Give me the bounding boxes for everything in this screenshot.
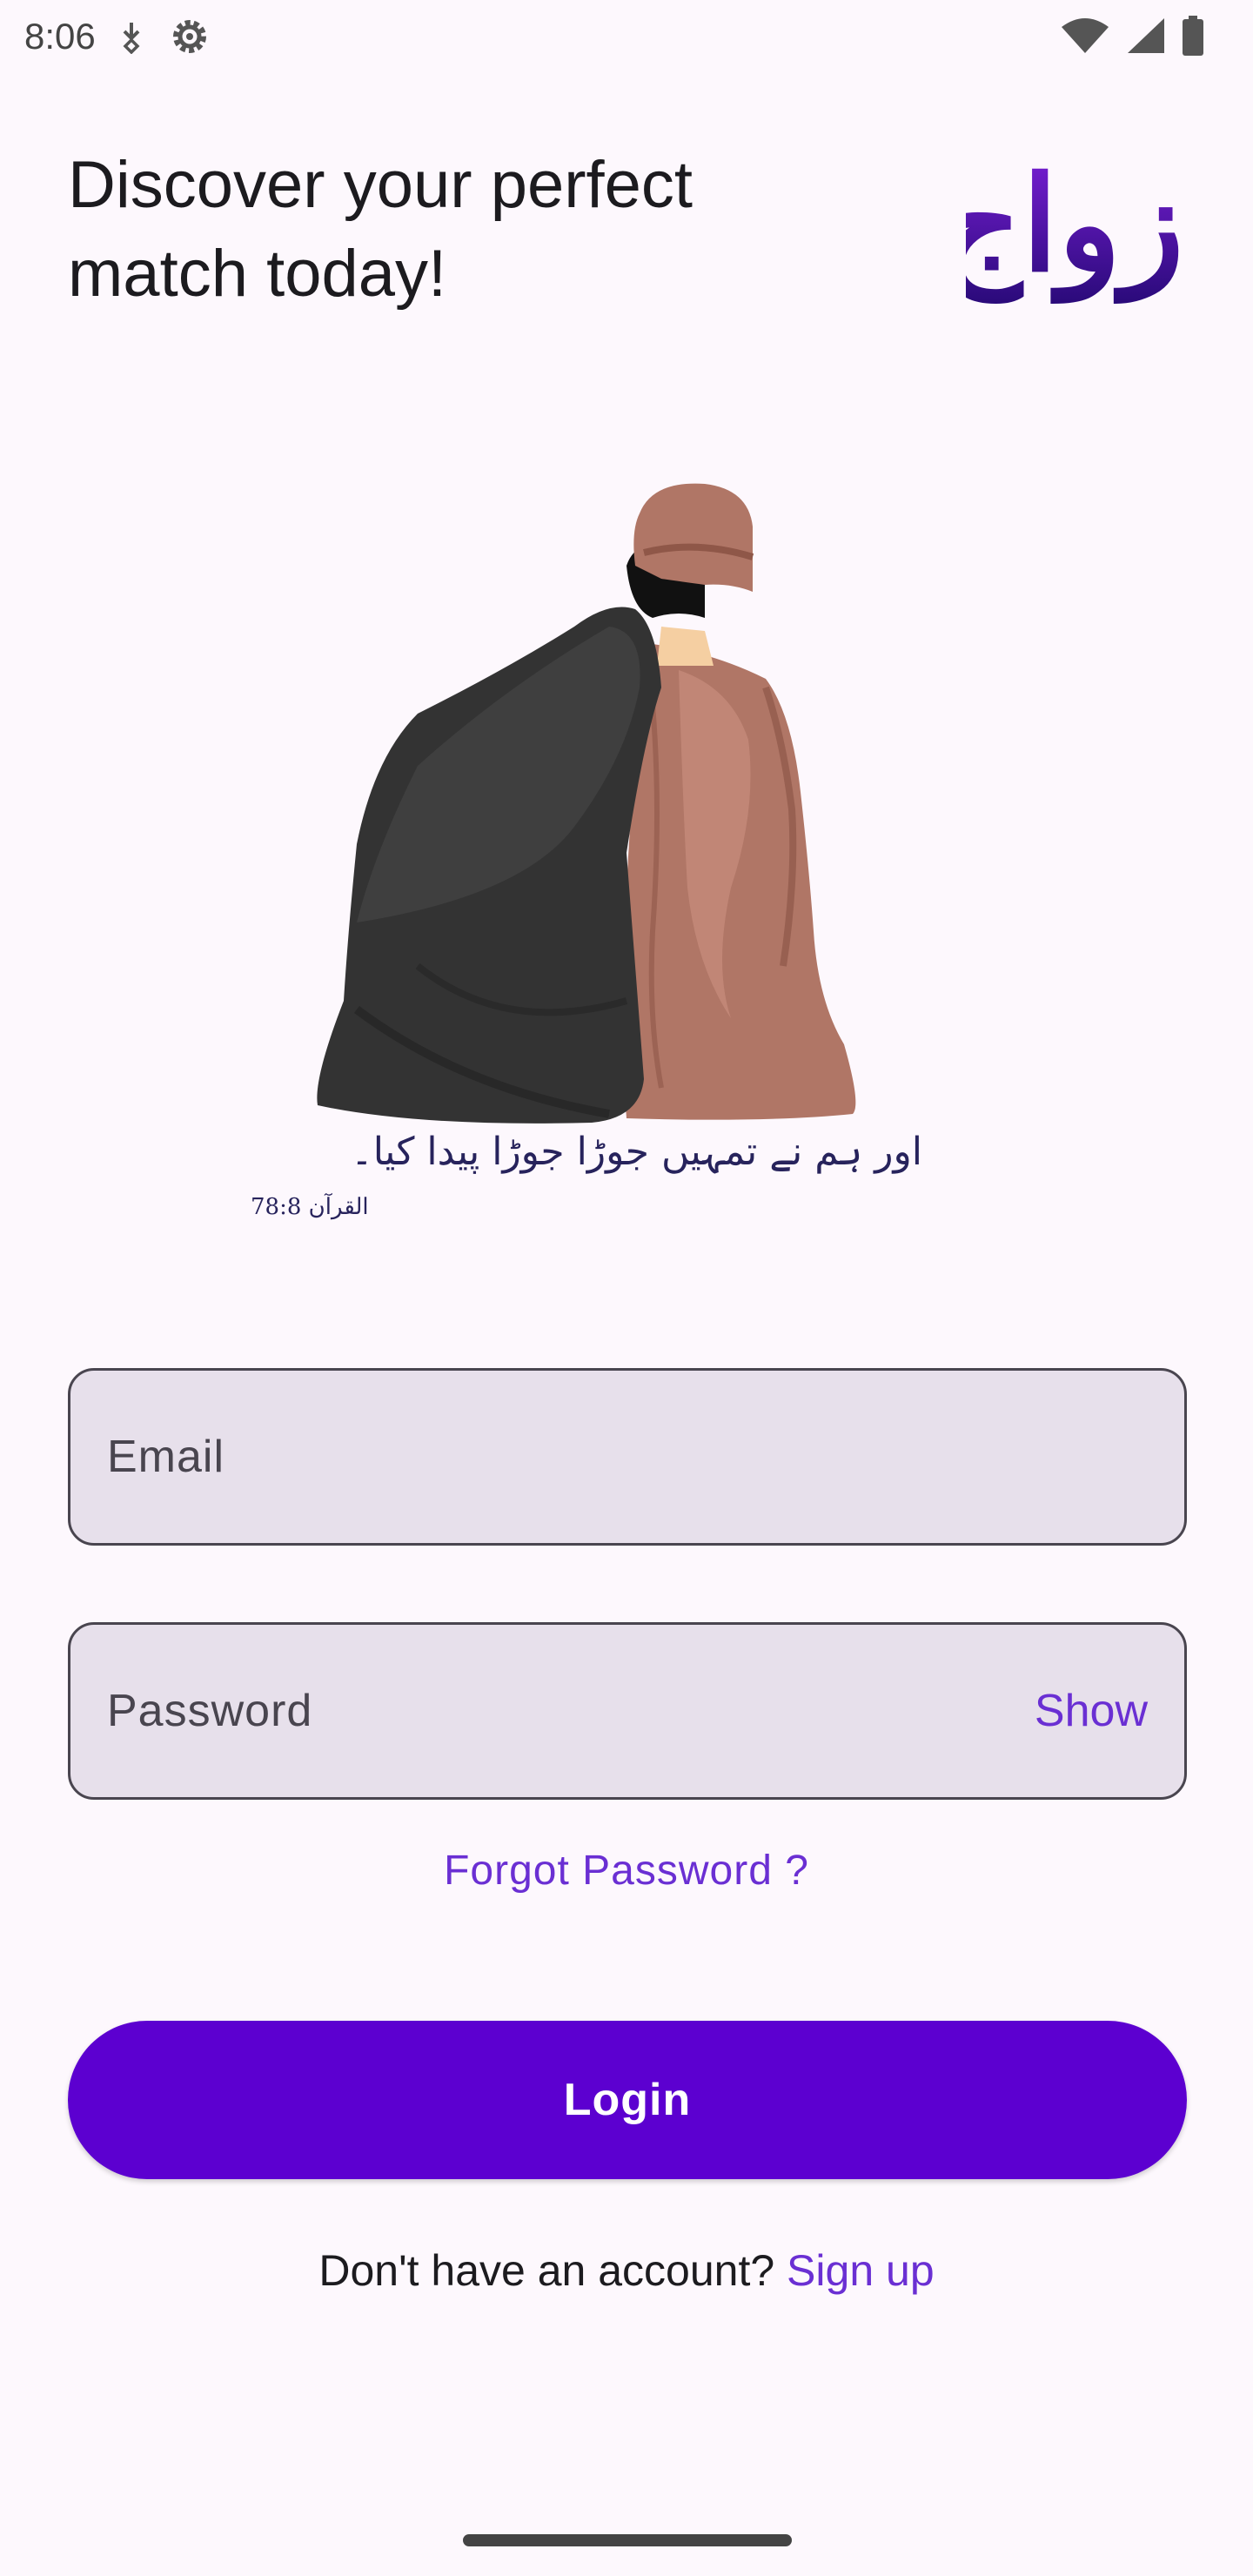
headline-line-2: match today! — [68, 237, 447, 311]
forgot-password-row: Forgot Password ? — [0, 1847, 1253, 1895]
show-password-toggle[interactable]: Show — [1035, 1685, 1148, 1737]
app-logo: ازواج — [937, 139, 1220, 305]
couple-illustration — [244, 479, 975, 1227]
headline-line-1: Discover your perfect — [68, 148, 694, 222]
status-indicators — [1060, 16, 1204, 60]
logo-text: ازواج — [966, 148, 1192, 304]
forgot-password-link[interactable]: Forgot Password ? — [444, 1848, 809, 1894]
signup-row: Don't have an account? Sign up — [0, 2245, 1253, 2296]
login-button[interactable]: Login — [68, 2021, 1187, 2179]
cellular-signal-icon — [1126, 17, 1166, 59]
verse-reference: القرآن 78:8 — [251, 1194, 369, 1220]
email-input[interactable] — [107, 1431, 1148, 1483]
signup-prompt: Don't have an account? — [318, 2246, 787, 2295]
home-indicator[interactable] — [463, 2534, 792, 2546]
password-input[interactable] — [107, 1685, 1035, 1737]
download-status-icon — [118, 19, 144, 54]
page-title: Discover your perfect match today! — [68, 141, 816, 319]
status-time: 8:06 — [24, 16, 96, 57]
quran-verse: اور ہم نے تمہیں جوڑا جوڑا پیدا کیا۔ — [350, 1130, 922, 1174]
wifi-icon — [1060, 17, 1110, 59]
password-field[interactable]: Show — [68, 1622, 1187, 1800]
status-bar: 8:06 — [0, 0, 1253, 73]
settings-gear-icon — [167, 14, 212, 59]
email-field[interactable] — [68, 1368, 1187, 1546]
battery-icon — [1182, 16, 1204, 60]
signup-link[interactable]: Sign up — [787, 2246, 935, 2295]
